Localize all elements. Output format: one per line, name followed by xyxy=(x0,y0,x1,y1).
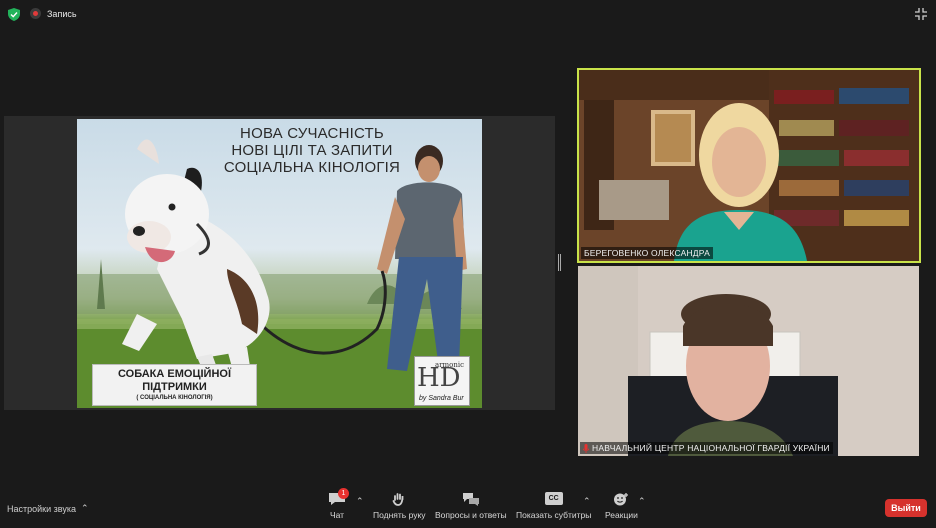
caption-line-3: ( СОЦІАЛЬНА КІНОЛОГІЯ) xyxy=(136,395,213,401)
presentation-slide: НОВА СУЧАСНІСТЬ НОВІ ЦІЛІ ТА ЗАПИТИ СОЦІ… xyxy=(77,119,482,408)
resize-handle[interactable] xyxy=(558,254,561,271)
exit-fullscreen-icon[interactable] xyxy=(914,7,928,21)
logo-letters: HD xyxy=(417,363,461,393)
slide-title: НОВА СУЧАСНІСТЬ НОВІ ЦІЛІ ТА ЗАПИТИ СОЦІ… xyxy=(217,125,407,176)
participant-name: НАВЧАЛЬНИЙ ЦЕНТР НАЦІОНАЛЬНОЇ ГВАРДІЇ УК… xyxy=(592,443,830,453)
logo-text-bottom: by Sandra Bur xyxy=(419,395,464,402)
top-bar: Запись xyxy=(0,0,936,28)
show-captions-button[interactable]: CC Показать субтитры xyxy=(516,492,591,520)
qa-label: Вопросы и ответы xyxy=(435,510,507,520)
qa-icon xyxy=(462,493,479,506)
recording-label: Запись xyxy=(47,8,77,19)
participant-name-label: БЕРЕГОВЕНКО ОЛЕКСАНДРА xyxy=(581,247,713,259)
smiley-icon xyxy=(614,493,629,506)
reactions-options-chevron-icon[interactable]: ⌃ xyxy=(638,496,646,507)
caption-line-1: СОБАКА ЕМОЦІЙНОЇ xyxy=(118,368,231,380)
chevron-up-icon: ⌃ xyxy=(80,503,89,513)
leave-button[interactable]: Выйти xyxy=(885,499,927,517)
mic-muted-icon xyxy=(583,443,589,453)
chat-label: Чат xyxy=(329,510,345,520)
slide-caption: СОБАКА ЕМОЦІЙНОЇ ПІДТРИМКИ ( СОЦІАЛЬНА К… xyxy=(92,364,257,406)
qa-button[interactable]: Вопросы и ответы xyxy=(435,492,507,520)
captions-options-chevron-icon[interactable]: ⌃ xyxy=(583,496,591,507)
show-captions-label: Показать субтитры xyxy=(516,510,592,520)
video-tile-active-speaker[interactable]: БЕРЕГОВЕНКО ОЛЕКСАНДРА xyxy=(577,68,921,263)
reactions-button[interactable]: Реакции xyxy=(605,492,638,520)
participant-video xyxy=(579,70,919,261)
audio-settings-button[interactable]: Настройки звука ⌃ xyxy=(7,503,89,514)
raise-hand-label: Поднять руку xyxy=(373,510,426,520)
slide-title-line: НОВІ ЦІЛІ ТА ЗАПИТИ xyxy=(231,142,393,159)
slide-title-line: СОЦІАЛЬНА КІНОЛОГІЯ xyxy=(223,159,401,176)
caption-line-2: ПІДТРИМКИ xyxy=(142,381,207,393)
chat-options-chevron-icon[interactable]: ⌃ xyxy=(356,496,364,507)
participant-name-label: НАВЧАЛЬНИЙ ЦЕНТР НАЦІОНАЛЬНОЇ ГВАРДІЇ УК… xyxy=(580,442,833,454)
reactions-label: Реакции xyxy=(605,510,638,520)
audio-settings-label: Настройки звука xyxy=(7,503,76,514)
chat-button[interactable]: 1 Чат xyxy=(328,488,349,520)
participant-video xyxy=(578,266,919,456)
recording-indicator[interactable]: Запись xyxy=(30,8,77,19)
raise-hand-icon xyxy=(392,493,404,506)
harmonic-dog-logo: armonic HD by Sandra Bur xyxy=(414,356,470,406)
shared-screen: НОВА СУЧАСНІСТЬ НОВІ ЦІЛІ ТА ЗАПИТИ СОЦІ… xyxy=(4,116,555,410)
slide-title-line: НОВА СУЧАСНІСТЬ xyxy=(240,125,384,142)
shield-check-icon[interactable] xyxy=(8,8,20,21)
participant-name: БЕРЕГОВЕНКО ОЛЕКСАНДРА xyxy=(584,248,710,258)
raise-hand-button[interactable]: Поднять руку xyxy=(373,492,426,520)
video-tile-participant[interactable]: НАВЧАЛЬНИЙ ЦЕНТР НАЦІОНАЛЬНОЇ ГВАРДІЇ УК… xyxy=(578,266,919,456)
record-icon xyxy=(30,8,41,19)
captions-icon: CC xyxy=(544,492,563,505)
meeting-toolbar: Настройки звука ⌃ 1 Чат ⌃ Поднять руку В… xyxy=(0,486,936,528)
chat-unread-badge: 1 xyxy=(338,488,349,499)
